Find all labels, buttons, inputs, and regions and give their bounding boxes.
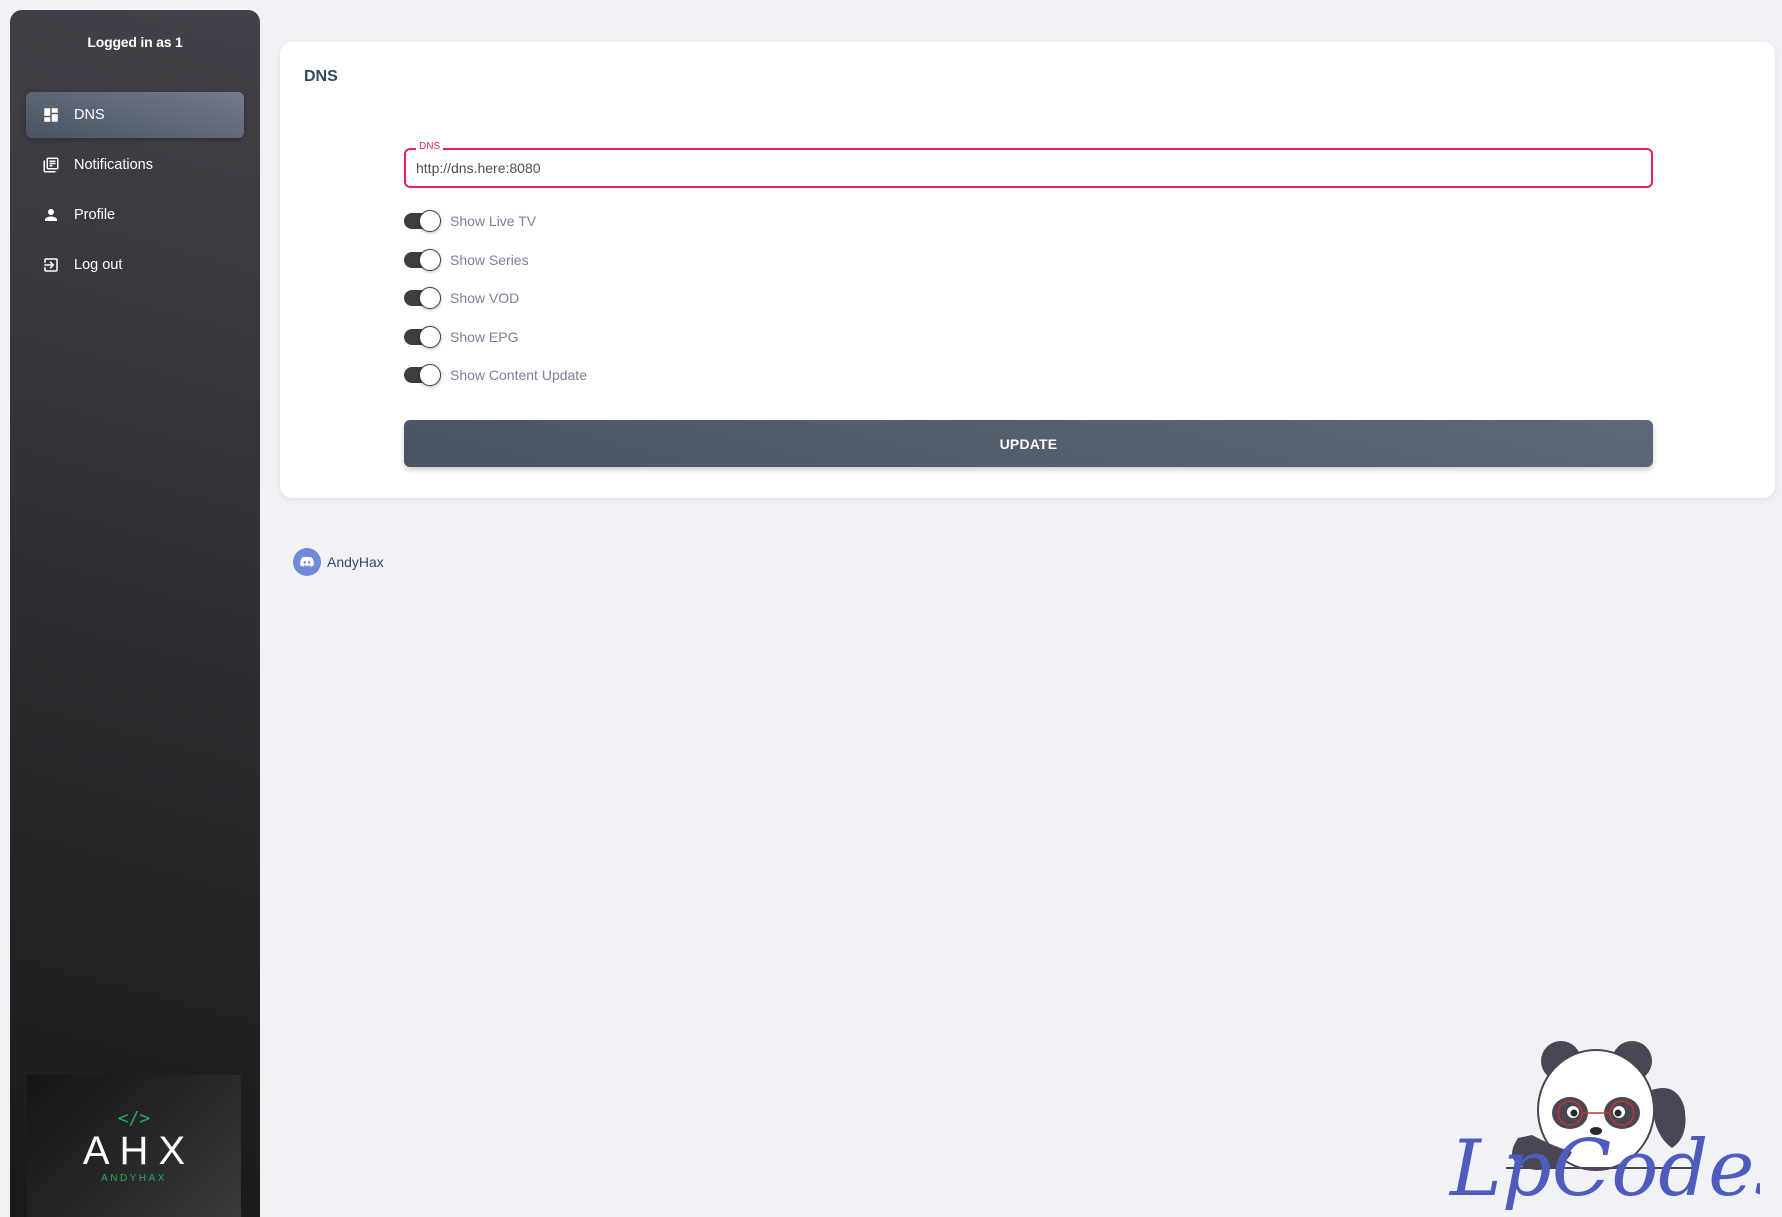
logo-text: AHX [82, 1129, 196, 1173]
person-icon [42, 206, 60, 224]
dashboard-icon [42, 106, 60, 124]
toggle-row-content-update: Show Content Update [404, 356, 587, 395]
toggle-label: Show Content Update [450, 367, 587, 384]
dns-card: DNS DNS Show Live TV Show Series Show VO… [280, 42, 1775, 498]
sidebar-item-notifications[interactable]: Notifications [26, 142, 244, 188]
content-update-switch[interactable] [404, 364, 441, 387]
discord-icon [293, 548, 321, 576]
logout-icon [42, 256, 60, 274]
toggle-label: Show Series [450, 251, 529, 268]
logo-subtext: ANDYHAX [101, 1173, 167, 1184]
sidebar-item-dns[interactable]: DNS [26, 92, 244, 138]
code-icon: </> [117, 1108, 151, 1129]
dns-field: DNS [404, 141, 1653, 188]
toggle-row-series: Show Series [404, 241, 587, 280]
switch-knob [419, 248, 441, 271]
toggle-list: Show Live TV Show Series Show VOD Show E… [404, 202, 587, 395]
sidebar-nav: DNS Notifications Profile Log out [26, 92, 244, 292]
notifications-icon [42, 156, 60, 174]
author-credit[interactable]: AndyHax [293, 548, 384, 576]
toggle-label: Show EPG [450, 328, 519, 345]
sidebar-item-label: Profile [74, 207, 116, 223]
toggle-row-vod: Show VOD [404, 279, 587, 318]
brand-logo: </> AHX ANDYHAX [27, 1075, 241, 1217]
author-name: AndyHax [327, 554, 384, 570]
toggle-label: Show VOD [450, 290, 520, 307]
toggle-row-live-tv: Show Live TV [404, 202, 587, 241]
sidebar-item-label: Notifications [74, 157, 153, 173]
toggle-row-epg: Show EPG [404, 318, 587, 357]
live-tv-switch[interactable] [404, 210, 441, 233]
dns-input[interactable] [416, 150, 1641, 186]
switch-knob [419, 364, 441, 387]
sidebar: Logged in as 1 DNS Notifications Profile… [10, 10, 260, 1217]
logged-in-label: Logged in as 1 [87, 34, 183, 50]
watermark-text: LpCodes [1448, 1124, 1760, 1210]
toggle-label: Show Live TV [450, 213, 537, 230]
sidebar-item-label: DNS [74, 107, 105, 123]
page-title: DNS [304, 68, 338, 85]
sidebar-item-label: Log out [74, 257, 123, 273]
lpcodes-watermark: LpCodes [1448, 1041, 1760, 1210]
vod-switch[interactable] [404, 287, 441, 310]
switch-knob [419, 287, 441, 310]
switch-knob [419, 210, 441, 233]
sidebar-item-logout[interactable]: Log out [26, 242, 244, 288]
update-button[interactable]: UPDATE [404, 420, 1653, 467]
switch-knob [419, 325, 441, 348]
sidebar-item-profile[interactable]: Profile [26, 192, 244, 238]
epg-switch[interactable] [404, 325, 441, 348]
series-switch[interactable] [404, 248, 441, 271]
